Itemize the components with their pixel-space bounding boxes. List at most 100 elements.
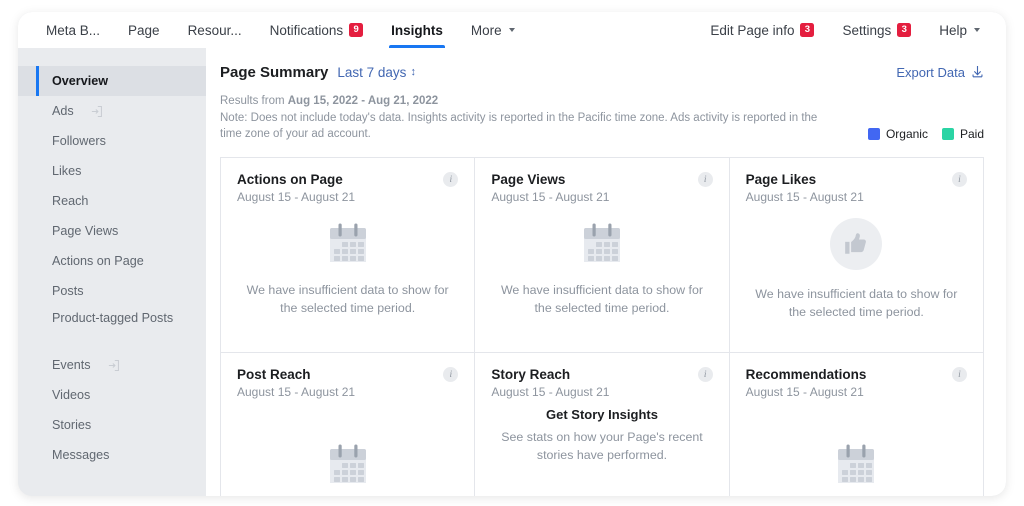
nav-item-label: Insights — [391, 23, 443, 38]
card-title: Page Likes — [746, 172, 864, 187]
legend-item-organic: Organic — [868, 127, 928, 141]
external-link-icon — [90, 105, 103, 118]
card-title-group: Recommendations August 15 - August 21 — [746, 367, 867, 399]
chevron-down-icon — [509, 28, 515, 32]
sidebar-item-reach[interactable]: Reach — [18, 186, 206, 216]
insights-sidebar: Overview Ads Followers Likes Reach Page … — [18, 48, 206, 496]
sidebar-item-label: Likes — [52, 164, 81, 178]
download-icon — [971, 65, 984, 80]
export-data-button[interactable]: Export Data — [896, 65, 984, 80]
info-icon[interactable]: i — [698, 172, 713, 187]
insight-card-story-reach[interactable]: Story Reach August 15 - August 21 i Get … — [475, 353, 729, 496]
note-line: Note: Does not include today's data. Ins… — [220, 110, 830, 143]
calendar-icon — [836, 443, 876, 487]
card-body: We have insufficient data to show for th… — [491, 204, 712, 342]
card-header: Recommendations August 15 - August 21 i — [746, 367, 967, 399]
sidebar-item-messages[interactable]: Messages — [18, 440, 206, 470]
nav-item-edit-page-info[interactable]: Edit Page info3 — [696, 12, 828, 48]
card-header: Page Likes August 15 - August 21 i — [746, 172, 967, 204]
insight-card-page-likes[interactable]: Page Likes August 15 - August 21 i We ha… — [730, 158, 984, 353]
results-prefix: Results from — [220, 95, 288, 107]
sidebar-item-label: Posts — [52, 284, 84, 298]
nav-item-insights[interactable]: Insights — [377, 12, 457, 48]
card-date-range: August 15 - August 21 — [491, 385, 609, 399]
nav-item-settings[interactable]: Settings 3 — [828, 12, 925, 48]
sidebar-item-actions-on-page[interactable]: Actions on Page — [18, 246, 206, 276]
nav-item-label: More — [471, 23, 502, 38]
sidebar-item-overview[interactable]: Overview — [18, 66, 206, 96]
sidebar-item-label: Videos — [52, 388, 90, 402]
thumbs-up-icon-background — [830, 218, 882, 270]
sidebar-item-label: Ads — [52, 104, 74, 118]
nav-item-notifications[interactable]: Notifications9 — [256, 12, 378, 48]
nav-item-page[interactable]: Page — [114, 12, 174, 48]
empty-state-message: We have insufficient data to show for th… — [240, 282, 455, 318]
nav-item-more[interactable]: More — [457, 12, 529, 48]
facebook-page-insights-window: Meta B... Page Resour... Notifications9 … — [18, 12, 1006, 496]
calendar-icon — [582, 222, 622, 266]
card-body: We have insufficient data to show for th… — [746, 204, 967, 342]
card-header: Post Reach August 15 - August 21 i — [237, 367, 458, 399]
sidebar-item-ads[interactable]: Ads — [18, 96, 206, 126]
nav-badge: 3 — [897, 23, 911, 37]
insight-card-recommendations[interactable]: Recommendations August 15 - August 21 i — [730, 353, 984, 496]
sidebar-item-product-tagged-posts[interactable]: Product-tagged Posts — [18, 306, 206, 350]
sidebar-item-stories[interactable]: Stories — [18, 410, 206, 440]
page-summary-header: Page Summary Last 7 days ↕ Export Data — [206, 48, 1006, 93]
card-title: Actions on Page — [237, 172, 355, 187]
top-navigation-bar: Meta B... Page Resour... Notifications9 … — [18, 12, 1006, 48]
info-icon[interactable]: i — [952, 367, 967, 382]
info-icon[interactable]: i — [698, 367, 713, 382]
legend-item-paid: Paid — [942, 127, 984, 141]
sidebar-item-posts[interactable]: Posts — [18, 276, 206, 306]
card-title-group: Post Reach August 15 - August 21 — [237, 367, 355, 399]
sidebar-item-label: Actions on Page — [52, 254, 144, 268]
chart-legend: Organic Paid — [868, 127, 984, 143]
nav-item-resour[interactable]: Resour... — [174, 12, 256, 48]
nav-item-label: Meta B... — [46, 23, 100, 38]
promo-subtitle: See stats on how your Page's recent stor… — [497, 429, 707, 465]
card-title: Post Reach — [237, 367, 355, 382]
page-title: Page Summary — [220, 64, 328, 81]
sidebar-item-label: Stories — [52, 418, 91, 432]
insights-card-grid: Actions on Page August 15 - August 21 i … — [220, 157, 984, 496]
sidebar-item-likes[interactable]: Likes — [18, 156, 206, 186]
sidebar-item-label: Overview — [52, 74, 108, 88]
card-title: Recommendations — [746, 367, 867, 382]
results-date-range: Aug 15, 2022 - Aug 21, 2022 — [288, 95, 438, 107]
card-date-range: August 15 - August 21 — [746, 385, 867, 399]
nav-item-label: Help — [939, 23, 967, 38]
nav-item-label: Settings — [842, 23, 891, 38]
info-icon[interactable]: i — [443, 367, 458, 382]
card-title-group: Story Reach August 15 - August 21 — [491, 367, 609, 399]
legend-label: Organic — [886, 127, 928, 141]
info-icon[interactable]: i — [443, 172, 458, 187]
empty-state-message: We have insufficient data to show for th… — [494, 282, 709, 318]
date-range-selector[interactable]: Last 7 days ↕ — [337, 65, 416, 80]
calendar-icon — [328, 443, 368, 487]
card-body — [237, 399, 458, 496]
card-title-group: Page Views August 15 - August 21 — [491, 172, 609, 204]
nav-badge: 9 — [349, 23, 363, 37]
sidebar-item-videos[interactable]: Videos — [18, 380, 206, 410]
insight-card-actions-on-page[interactable]: Actions on Page August 15 - August 21 i … — [221, 158, 475, 353]
info-icon[interactable]: i — [952, 172, 967, 187]
sidebar-item-label: Messages — [52, 448, 109, 462]
empty-state-message: We have insufficient data to show for th… — [749, 286, 964, 322]
insight-card-page-views[interactable]: Page Views August 15 - August 21 i We ha… — [475, 158, 729, 353]
legend-label: Paid — [960, 127, 984, 141]
screen-root: Meta B... Page Resour... Notifications9 … — [0, 0, 1024, 506]
sidebar-item-page-views[interactable]: Page Views — [18, 216, 206, 246]
calendar-icon — [328, 222, 368, 266]
nav-item-help[interactable]: Help — [925, 12, 994, 48]
card-date-range: August 15 - August 21 — [237, 385, 355, 399]
insight-card-post-reach[interactable]: Post Reach August 15 - August 21 i — [221, 353, 475, 496]
card-body: Get Story Insights See stats on how your… — [491, 399, 712, 496]
sidebar-item-events[interactable]: Events — [18, 350, 206, 380]
card-title-group: Actions on Page August 15 - August 21 — [237, 172, 355, 204]
sidebar-item-followers[interactable]: Followers — [18, 126, 206, 156]
sidebar-item-label: Page Views — [52, 224, 118, 238]
nav-item-meta-b[interactable]: Meta B... — [32, 12, 114, 48]
card-header: Page Views August 15 - August 21 i — [491, 172, 712, 204]
card-header: Story Reach August 15 - August 21 i — [491, 367, 712, 399]
